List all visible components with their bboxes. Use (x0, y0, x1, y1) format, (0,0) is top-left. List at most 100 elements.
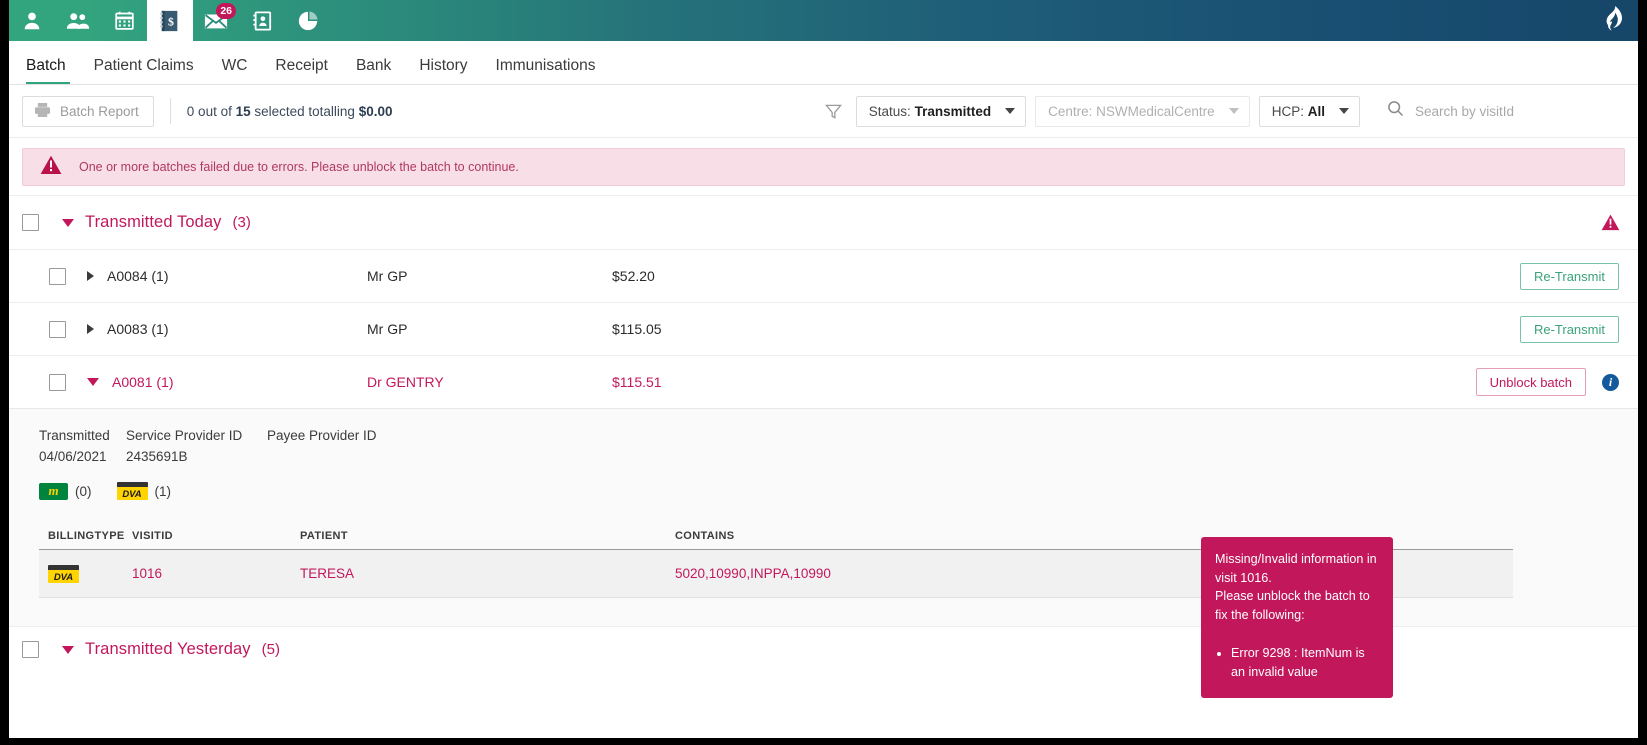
search-container (1369, 100, 1629, 122)
tab-immunisations[interactable]: Immunisations (482, 57, 610, 84)
row-select-checkbox[interactable] (49, 267, 66, 285)
meta-payee-provider: Payee Provider ID (267, 426, 377, 467)
tab-bank[interactable]: Bank (342, 57, 405, 84)
column-header-patient: PATIENT (300, 529, 348, 542)
row-checkbox-cell (49, 373, 87, 391)
expand-triangle-icon[interactable] (87, 324, 94, 334)
warning-triangle-icon (40, 155, 62, 180)
app-icon-group: $ 26 (9, 0, 331, 41)
collapse-triangle-icon[interactable] (62, 218, 74, 227)
people-icon-button[interactable] (55, 0, 101, 41)
unblock-batch-button[interactable]: Unblock batch (1475, 368, 1586, 396)
section-tabs: Batch Patient Claims WC Receipt Bank His… (9, 41, 1638, 85)
column-header-contains: CONTAINS (675, 529, 735, 542)
row-select-checkbox[interactable] (49, 373, 66, 391)
table-row[interactable]: A0083 (1) Mr GP $115.05 Re-Transmit (9, 302, 1638, 355)
group-count: (3) (232, 214, 251, 231)
batch-actions: Unblock batch i (1475, 368, 1619, 396)
expand-triangle-icon[interactable] (87, 271, 94, 281)
table-row[interactable]: A0084 (1) Mr GP $52.20 Re-Transmit (9, 249, 1638, 302)
filter-funnel-icon[interactable] (824, 103, 842, 120)
medicare-chip-group: m (0) (39, 482, 92, 500)
calendar-icon-button[interactable] (101, 0, 147, 41)
search-icon (1387, 100, 1404, 122)
svg-text:$: $ (168, 14, 174, 28)
table-row[interactable]: A0081 (1) Dr GENTRY $115.51 Unblock batc… (9, 355, 1638, 408)
batch-id-cell: A0081 (1) (87, 374, 367, 390)
tooltip-error-item: Error 9298 : ItemNum is an invalid value (1231, 644, 1379, 682)
error-banner: One or more batches failed due to errors… (22, 148, 1625, 186)
claim-patient[interactable]: TERESA (300, 566, 675, 581)
info-icon[interactable]: i (1602, 373, 1619, 391)
batch-id-cell: A0083 (1) (87, 321, 367, 337)
alert-container: One or more batches failed due to errors… (9, 138, 1638, 195)
meta-transmitted-label: Transmitted (39, 428, 110, 443)
hcp-filter-text: HCP: All (1272, 104, 1325, 119)
claim-visitid[interactable]: 1016 (132, 566, 300, 581)
person-icon-button[interactable] (9, 0, 55, 41)
group-title: Transmitted Yesterday (85, 640, 251, 658)
pie-chart-icon (297, 10, 319, 32)
summary-total: $0.00 (358, 103, 393, 119)
summary-middle: selected totalling (250, 103, 359, 119)
dva-badge-icon: DVA (116, 482, 148, 500)
batch-amount: $115.51 (612, 374, 662, 390)
chevron-down-icon (1339, 108, 1349, 114)
app-toolbar: $ 26 (9, 0, 1638, 41)
mail-unread-badge: 26 (216, 3, 236, 19)
printer-icon (34, 102, 51, 121)
centre-filter-value: NSWMedicalCentre (1096, 103, 1215, 119)
mail-icon-button[interactable]: 26 (193, 0, 239, 41)
group-header-transmitted-yesterday: Transmitted Yesterday (5) (9, 626, 1638, 672)
tooltip-error-list: Error 9298 : ItemNum is an invalid value (1231, 644, 1379, 682)
tab-patient-claims[interactable]: Patient Claims (80, 57, 208, 84)
re-transmit-button[interactable]: Re-Transmit (1519, 315, 1619, 343)
medicare-badge-icon: m (39, 482, 68, 500)
chevron-down-icon (1228, 108, 1239, 114)
claim-billingtype-cell: DVA (39, 564, 132, 583)
error-tooltip: Missing/Invalid information in visit 101… (1201, 537, 1393, 698)
column-header-billingtype: BILLINGTYPE (48, 529, 125, 542)
batch-meta: Transmitted 04/06/2021 Service Provider … (39, 426, 1638, 467)
meta-service-provider-label: Service Provider ID (126, 428, 243, 443)
group-warning-icon (1601, 214, 1620, 231)
contact-card-icon-button[interactable] (239, 0, 285, 41)
error-banner-message: One or more batches failed due to errors… (79, 160, 519, 174)
group-select-checkbox[interactable] (22, 641, 39, 658)
calendar-icon (114, 10, 135, 31)
summary-prefix: 0 out of (186, 103, 236, 119)
batch-provider: Mr GP (367, 268, 408, 284)
status-filter-text: Status: Transmitted (869, 104, 991, 119)
batch-report-button[interactable]: Batch Report (22, 95, 154, 127)
batch-provider: Mr GP (367, 321, 408, 337)
batch-provider: Dr GENTRY (367, 374, 444, 390)
meta-transmitted-value: 04/06/2021 (39, 449, 107, 464)
tab-batch[interactable]: Batch (22, 57, 80, 84)
batch-report-label: Batch Report (60, 103, 139, 119)
tooltip-line-2: Please unblock the batch to fix the foll… (1215, 589, 1370, 622)
tab-wc[interactable]: WC (208, 57, 262, 84)
group-header-transmitted-today: Transmitted Today (3) (9, 195, 1638, 249)
row-checkbox-cell (49, 320, 87, 338)
search-input[interactable] (1415, 103, 1625, 119)
row-select-checkbox[interactable] (49, 320, 66, 338)
claim-contains: 5020,10990,INPPA,10990 (675, 566, 831, 581)
batch-id-label: A0081 (1) (112, 374, 174, 390)
collapse-triangle-icon[interactable] (62, 645, 74, 654)
tab-receipt[interactable]: Receipt (261, 57, 342, 84)
status-filter-dropdown[interactable]: Status: Transmitted (855, 95, 1027, 127)
group-count: (5) (261, 641, 281, 658)
meta-payee-provider-label: Payee Provider ID (267, 428, 377, 443)
pie-chart-icon-button[interactable] (285, 0, 331, 41)
hcp-filter-dropdown[interactable]: HCP: All (1258, 95, 1360, 127)
batch-id-label: A0084 (1) (107, 268, 169, 284)
centre-filter-dropdown[interactable]: Centre: NSWMedicalCentre (1035, 95, 1250, 127)
billing-book-icon: $ (159, 9, 181, 33)
re-transmit-button[interactable]: Re-Transmit (1519, 262, 1619, 290)
batch-amount: $115.05 (612, 321, 662, 337)
collapse-triangle-icon[interactable] (87, 378, 99, 386)
tab-history[interactable]: History (405, 57, 481, 84)
group-select-checkbox[interactable] (22, 214, 39, 231)
billing-book-icon-button[interactable]: $ (147, 0, 193, 41)
group-title: Transmitted Today (85, 213, 222, 231)
